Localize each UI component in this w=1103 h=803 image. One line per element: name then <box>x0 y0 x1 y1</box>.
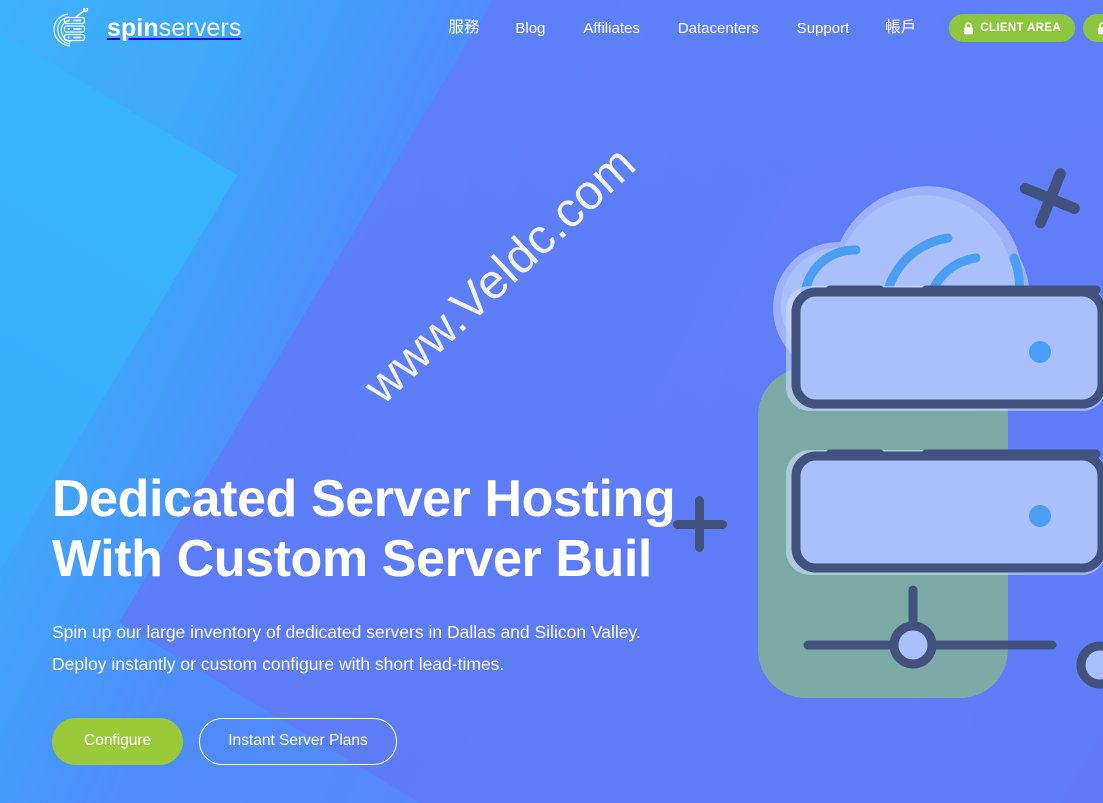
cloud-server-illustration <box>673 120 1103 720</box>
instant-server-plans-button[interactable]: Instant Server Plans <box>199 717 397 765</box>
site-header: spinservers 服務 Blog Affiliates Datacente… <box>0 0 1103 56</box>
client-area-button[interactable]: CLIENT AREA <box>949 14 1075 42</box>
nav-blog[interactable]: Blog <box>496 21 564 36</box>
brand-wordmark: spinservers <box>107 13 242 42</box>
illustration-ring <box>1076 641 1103 689</box>
nav-support[interactable]: Support <box>778 21 869 36</box>
page-title: Dedicated Server Hosting With Custom Ser… <box>52 470 676 588</box>
lock-icon-secondary <box>1097 21 1103 35</box>
nav-services[interactable]: 服務 <box>431 20 496 36</box>
illustration-server-unit-2 <box>786 449 1103 575</box>
main-navigation: 服務 Blog Affiliates Datacenters Support 帳… <box>431 14 1103 42</box>
nav-account[interactable]: 帳戶 <box>868 20 933 36</box>
brand-name-bold: spin <box>107 13 159 42</box>
hero-subtitle: Spin up our large inventory of dedicated… <box>52 621 641 674</box>
brand-name-light: servers <box>158 13 242 42</box>
client-area-label: CLIENT AREA <box>980 22 1061 34</box>
hero-section: Dedicated Server Hosting With Custom Ser… <box>52 470 752 765</box>
brand-logo[interactable]: spinservers <box>52 7 242 48</box>
nav-datacenters[interactable]: Datacenters <box>659 21 778 36</box>
configure-button[interactable]: Configure <box>52 717 184 765</box>
nav-affiliates[interactable]: Affiliates <box>564 21 658 36</box>
hero-actions: Configure Instant Server Plans <box>52 717 752 765</box>
illustration-server-unit-1 <box>786 285 1103 411</box>
client-area-button-secondary[interactable] <box>1083 14 1103 42</box>
lock-icon <box>963 21 974 35</box>
server-status-dot-1 <box>1029 341 1051 363</box>
server-stack-swoosh-icon <box>52 7 98 48</box>
server-status-dot-2 <box>1029 505 1051 527</box>
illustration-plus-accent <box>1019 168 1080 229</box>
